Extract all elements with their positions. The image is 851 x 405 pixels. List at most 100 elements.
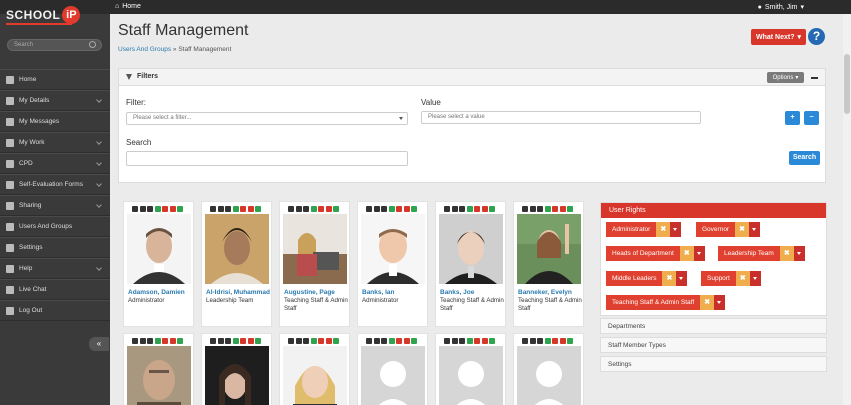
staff-card[interactable]: Banks, Joe Teaching Staff & Admin Staff [435, 201, 506, 327]
tag-icon[interactable] [318, 337, 324, 344]
sidebar-item-my-details[interactable]: My Details [0, 90, 110, 111]
tag-icon[interactable] [552, 205, 558, 212]
close-icon[interactable]: ✖ [700, 295, 715, 310]
search-button[interactable]: Search [789, 151, 820, 165]
departments-section[interactable]: Departments [600, 318, 827, 334]
sidebar-item-live-chat[interactable]: Live Chat [0, 279, 110, 300]
tag-icon[interactable] [240, 205, 246, 212]
tag-icon[interactable] [240, 337, 246, 344]
login-icon[interactable] [154, 337, 161, 344]
close-icon[interactable]: ✖ [662, 271, 677, 286]
edit-icon[interactable] [132, 205, 138, 212]
sidebar-item-users-and-groups[interactable]: Users And Groups [0, 216, 110, 237]
users-icon[interactable] [295, 337, 302, 344]
remove-filter-button[interactable]: − [804, 111, 819, 125]
view-icon[interactable] [255, 337, 261, 344]
user-right-tag[interactable]: Administrator ✖ [606, 222, 682, 237]
breadcrumb-users-and-groups[interactable]: Users And Groups [118, 46, 171, 53]
staff-name[interactable]: Al-Idrisi, Muhammad [206, 289, 270, 296]
edit-icon[interactable] [210, 337, 216, 344]
login-icon[interactable] [154, 205, 161, 212]
hierarchy-icon[interactable] [225, 337, 231, 344]
view-icon[interactable] [333, 337, 339, 344]
hierarchy-icon[interactable] [147, 205, 153, 212]
lock-icon[interactable] [169, 205, 176, 212]
sidebar-item-settings[interactable]: Settings [0, 237, 110, 258]
staff-card[interactable] [201, 333, 272, 405]
add-filter-button[interactable]: + [785, 111, 800, 125]
sidebar-item-cpd[interactable]: CPD [0, 153, 110, 174]
login-icon[interactable] [544, 205, 551, 212]
chevron-down-icon[interactable] [670, 222, 682, 237]
chevron-down-icon[interactable] [749, 271, 761, 286]
tag-icon[interactable] [396, 205, 402, 212]
search-input[interactable] [126, 151, 408, 166]
edit-icon[interactable] [366, 205, 372, 212]
users-icon[interactable] [217, 337, 224, 344]
sidebar-item-log-out[interactable]: Log Out [0, 300, 110, 321]
hierarchy-icon[interactable] [537, 205, 543, 212]
view-icon[interactable] [411, 205, 417, 212]
user-right-tag[interactable]: Governor ✖ [696, 222, 761, 237]
lock-icon[interactable] [403, 205, 410, 212]
collapse-sidebar-button[interactable]: « [89, 337, 109, 351]
staff-card[interactable] [513, 333, 584, 405]
user-right-tag[interactable]: Heads of Department ✖ [606, 246, 705, 261]
staff-card[interactable]: Al-Idrisi, Muhammad Leadership Team [201, 201, 272, 327]
tag-icon[interactable] [474, 205, 480, 212]
edit-icon[interactable] [366, 337, 372, 344]
sidebar-item-sharing[interactable]: Sharing [0, 195, 110, 216]
user-rights-header[interactable]: User Rights [601, 203, 826, 218]
view-icon[interactable] [489, 205, 495, 212]
user-menu[interactable]: ● Smith, Jim ▾ [758, 3, 804, 12]
staff-card[interactable]: Adamson, Damien Administrator [123, 201, 194, 327]
login-icon[interactable] [232, 205, 239, 212]
close-icon[interactable]: ✖ [735, 222, 750, 237]
tag-icon[interactable] [162, 205, 168, 212]
users-icon[interactable] [373, 205, 380, 212]
sidebar-item-my-work[interactable]: My Work [0, 132, 110, 153]
tag-icon[interactable] [162, 337, 168, 344]
login-icon[interactable] [388, 205, 395, 212]
edit-icon[interactable] [522, 205, 528, 212]
hierarchy-icon[interactable] [537, 337, 543, 344]
staff-name[interactable]: Banks, Joe [440, 289, 474, 296]
staff-name[interactable]: Banks, Ian [362, 289, 395, 296]
staff-card[interactable]: Augustine, Page Teaching Staff & Admin St… [279, 201, 350, 327]
staff-card[interactable]: Banneker, Evelyn Teaching Staff & Admin S… [513, 201, 584, 327]
close-icon[interactable]: ✖ [679, 246, 694, 261]
staff-card[interactable] [435, 333, 506, 405]
lock-icon[interactable] [325, 337, 332, 344]
users-icon[interactable] [139, 205, 146, 212]
edit-icon[interactable] [444, 205, 450, 212]
staff-name[interactable]: Adamson, Damien [128, 289, 185, 296]
login-icon[interactable] [232, 337, 239, 344]
settings-section[interactable]: Settings [600, 356, 827, 372]
users-icon[interactable] [373, 337, 380, 344]
login-icon[interactable] [544, 337, 551, 344]
users-icon[interactable] [217, 205, 224, 212]
sidebar-search-input[interactable]: Search [7, 39, 102, 51]
hierarchy-icon[interactable] [147, 337, 153, 344]
edit-icon[interactable] [132, 337, 138, 344]
hierarchy-icon[interactable] [381, 337, 387, 344]
sidebar-item-self-evaluation-forms[interactable]: Self-Evaluation Forms [0, 174, 110, 195]
value-select[interactable]: Please select a value [421, 111, 701, 124]
chevron-down-icon[interactable] [793, 246, 805, 261]
user-right-tag[interactable]: Support ✖ [701, 271, 761, 286]
help-icon[interactable]: ? [808, 28, 825, 45]
edit-icon[interactable] [210, 205, 216, 212]
login-icon[interactable] [310, 205, 317, 212]
edit-icon[interactable] [444, 337, 450, 344]
lock-icon[interactable] [247, 337, 254, 344]
sidebar-item-my-messages[interactable]: My Messages [0, 111, 110, 132]
users-icon[interactable] [451, 337, 458, 344]
lock-icon[interactable] [559, 337, 566, 344]
lock-icon[interactable] [481, 205, 488, 212]
hierarchy-icon[interactable] [303, 205, 309, 212]
tag-icon[interactable] [318, 205, 324, 212]
staff-card[interactable] [123, 333, 194, 405]
tag-icon[interactable] [552, 337, 558, 344]
page-scrollbar[interactable] [843, 14, 851, 405]
filter-select[interactable]: Please select a filter... [126, 112, 408, 125]
